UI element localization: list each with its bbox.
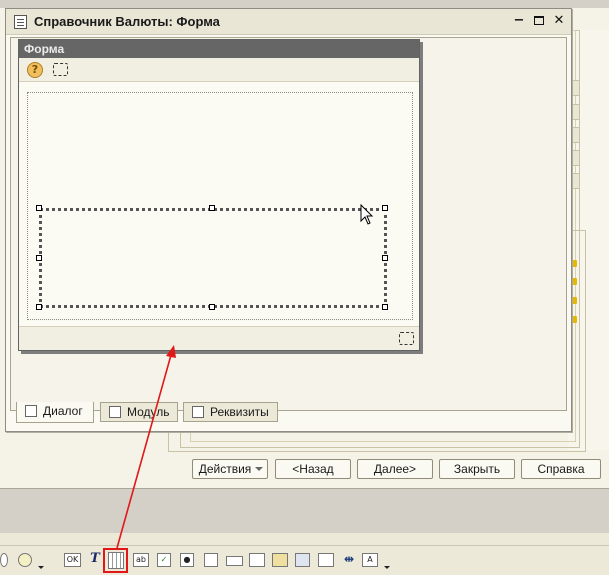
image-field-tool-icon[interactable] <box>295 553 310 567</box>
label-tool-icon[interactable]: T <box>88 552 102 567</box>
selection-icon[interactable] <box>53 63 68 76</box>
resize-handle[interactable] <box>382 205 388 211</box>
key-icon <box>572 260 577 267</box>
form-preview-window[interactable]: Форма ? <box>18 39 420 351</box>
frame-tool-icon[interactable] <box>249 553 265 567</box>
tab-dialog[interactable]: Диалог <box>16 402 94 423</box>
table-field-control[interactable] <box>39 208 387 308</box>
splitter-tool-icon[interactable]: ⇹ <box>342 553 356 567</box>
tab-attributes-label: Реквизиты <box>210 405 269 419</box>
highlighted-tool-frame <box>103 548 128 573</box>
pointer-tool-icon[interactable] <box>0 553 8 567</box>
resize-handle[interactable] <box>382 304 388 310</box>
window-title: Справочник Валюты: Форма <box>34 14 220 29</box>
checkbox-tool-icon[interactable]: ✓ <box>157 553 171 567</box>
back-button[interactable]: <Назад <box>275 459 351 479</box>
module-icon <box>109 406 121 418</box>
actions-button-label: Действия <box>198 462 252 476</box>
resize-handle[interactable] <box>36 304 42 310</box>
maximize-button[interactable] <box>531 13 547 29</box>
next-button[interactable]: Далее> <box>357 459 433 479</box>
window-titlebar[interactable]: Справочник Валюты: Форма − ✕ <box>6 9 571 35</box>
selection-icon[interactable] <box>399 332 414 345</box>
panel-tool-icon[interactable] <box>204 553 218 567</box>
app-titlebar-background <box>0 0 609 8</box>
resize-handle[interactable] <box>209 304 215 310</box>
grid-tool-icon[interactable] <box>318 553 334 567</box>
tab-module[interactable]: Модуль <box>100 402 178 422</box>
text-field-tool-icon[interactable]: ab <box>133 553 149 567</box>
close-window-button[interactable]: ✕ <box>551 13 567 29</box>
attributes-icon <box>192 406 204 418</box>
input-tool-icon[interactable] <box>226 556 243 566</box>
form-editor-window: Справочник Валюты: Форма − ✕ Форма ? <box>5 8 572 432</box>
chevron-down-icon <box>255 467 263 471</box>
resize-handle[interactable] <box>36 255 42 261</box>
dialog-icon <box>25 405 37 417</box>
form-title: Форма <box>24 42 65 56</box>
chevron-down-icon[interactable] <box>384 566 390 569</box>
actions-button[interactable]: Действия <box>192 459 268 479</box>
key-icon <box>572 316 577 323</box>
minimize-button[interactable]: − <box>511 13 527 29</box>
key-icon <box>572 297 577 304</box>
chevron-down-icon[interactable] <box>38 566 44 569</box>
help-button[interactable]: Справка <box>521 459 601 479</box>
form-document-icon <box>14 15 27 29</box>
close-button[interactable]: Закрыть <box>439 459 515 479</box>
tab-module-label: Модуль <box>127 405 170 419</box>
resize-handle[interactable] <box>209 205 215 211</box>
resize-handle[interactable] <box>36 205 42 211</box>
radio-tool-icon[interactable]: ● <box>180 553 194 567</box>
tab-dialog-label: Диалог <box>43 404 83 418</box>
ok-button-tool-icon[interactable]: OK <box>64 553 81 567</box>
picture-tool-icon[interactable] <box>272 553 288 567</box>
form-command-bar: ? <box>19 58 419 82</box>
resize-handle[interactable] <box>382 255 388 261</box>
key-icon <box>572 278 577 285</box>
app-status-area <box>0 488 609 533</box>
font-tool-icon[interactable]: A <box>362 553 378 567</box>
mouse-pointer-icon <box>360 204 374 225</box>
question-icon[interactable]: ? <box>27 62 43 78</box>
tab-attributes[interactable]: Реквизиты <box>183 402 278 422</box>
form-footer-bar <box>19 326 419 350</box>
lightbulb-icon[interactable] <box>18 553 32 567</box>
form-titlebar: Форма <box>19 40 419 58</box>
